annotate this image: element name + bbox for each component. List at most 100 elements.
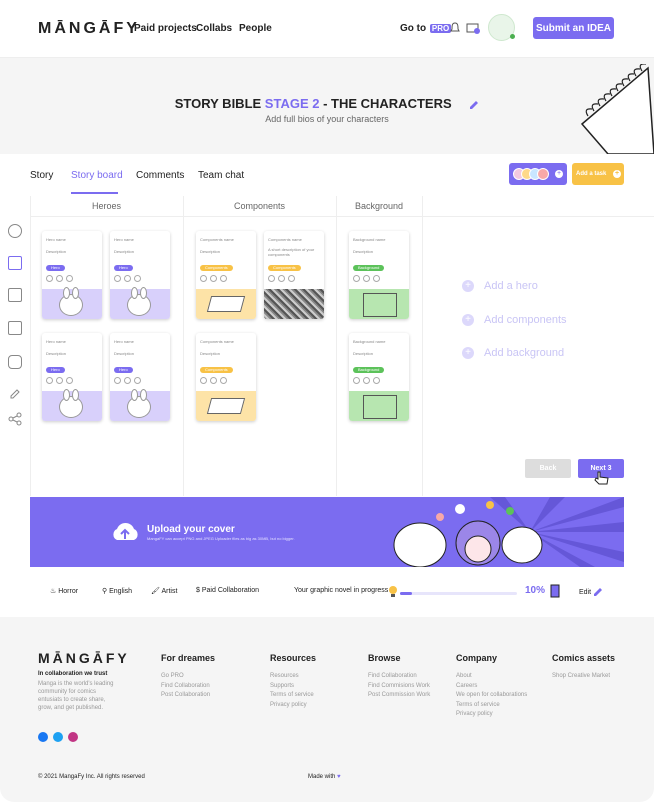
component-card[interactable]: Components name Description Components [196,333,256,421]
pen-icon[interactable] [9,388,21,400]
card-action-icon[interactable] [278,275,285,282]
twitter-icon[interactable] [53,732,63,742]
card-action-icon[interactable] [220,275,227,282]
logo[interactable]: MĀNGĀFY [38,20,140,38]
add-hero-button[interactable]: + Add a hero [462,280,538,292]
submit-idea-button[interactable]: Submit an IDEA [533,17,614,39]
card-action-icon[interactable] [363,377,370,384]
footer-col-heading: Browse [368,653,401,663]
hero-card[interactable]: Hero name Description Hero [42,231,102,319]
card-action-icon[interactable] [134,275,141,282]
card-name: Hero name [46,339,66,344]
footer-link[interactable]: About [456,672,527,682]
bell-icon[interactable] [450,22,460,34]
footer-tagline: In collaboration we trust [38,671,108,677]
footer-logo[interactable]: MĀNGĀFY [38,650,130,666]
card-action-icon[interactable] [134,377,141,384]
footer-link[interactable]: Shop Creative Market [552,672,610,682]
footer-link[interactable]: Terms of service [270,691,314,701]
lightbulb-icon[interactable] [8,224,22,238]
card-name: Components name [268,237,302,242]
footer-link[interactable]: Find Collaboration [368,672,430,682]
footer-link[interactable]: Supports [270,682,314,692]
footer-link[interactable]: Find Collaboration [161,682,210,692]
team-avatars-button[interactable]: + [509,163,567,185]
card-action-icon[interactable] [114,377,121,384]
component-card[interactable]: Components name Description Components [196,231,256,319]
title-stage: STAGE 2 [264,96,320,111]
nav-people[interactable]: People [239,23,272,34]
plus-icon: + [555,170,563,178]
card-action-icon[interactable] [353,377,360,384]
footer-col-heading: Company [456,653,498,663]
footer-links: Find Collaboration Find Commisions Work … [368,672,430,701]
share-icon[interactable] [8,412,22,426]
add-task-button[interactable]: Add a task + [572,163,624,185]
tab-comments[interactable]: Comments [136,170,184,181]
card-action-icon[interactable] [66,275,73,282]
footer-link[interactable]: We open for collaborations [456,691,527,701]
footer-link[interactable]: Careers [456,682,527,692]
card-action-icon[interactable] [200,275,207,282]
footer-link[interactable]: Privacy policy [270,701,314,711]
card-action-icon[interactable] [124,377,131,384]
card-action-icon[interactable] [56,377,63,384]
card-action-icon[interactable] [56,275,63,282]
background-card[interactable]: Background name Description Background [349,231,409,319]
hero-card[interactable]: Hero name Description Hero [110,231,170,319]
tab-team-chat[interactable]: Team chat [198,170,244,181]
footer-link[interactable]: Go PRO [161,672,210,682]
footer-link[interactable]: Resources [270,672,314,682]
upload-cloud-icon[interactable] [110,520,140,544]
instagram-icon[interactable] [68,732,78,742]
nav-paid-projects[interactable]: Paid projects [134,23,197,34]
storyboard-icon[interactable] [8,256,22,270]
card-badge: Components [268,265,301,271]
edit-button[interactable]: Edit [579,587,603,597]
add-components-button[interactable]: + Add components [462,314,567,326]
background-card[interactable]: Background name Description Background [349,333,409,421]
nav-collabs[interactable]: Collabs [196,23,232,34]
document-icon[interactable] [8,288,22,302]
card-desc: Description [46,249,67,254]
card-action-icon[interactable] [200,377,207,384]
tab-story[interactable]: Story [30,170,53,181]
card-action-icon[interactable] [373,377,380,384]
layout-icon[interactable] [8,321,22,335]
card-action-icon[interactable] [210,377,217,384]
pencil-icon[interactable] [469,100,479,110]
plus-icon: + [462,280,474,292]
mail-icon[interactable] [466,23,480,34]
card-action-icon[interactable] [46,275,53,282]
hero-card[interactable]: Hero name Description Hero [110,333,170,421]
card-action-icon[interactable] [268,275,275,282]
footer-link[interactable]: Post Collaboration [161,691,210,701]
dollar-icon: $ [196,587,200,594]
card-action-icon[interactable] [363,275,370,282]
footer-link[interactable]: Post Commission Work [368,691,430,701]
footer-link[interactable]: Find Commisions Work [368,682,430,692]
add-components-label: Add components [484,314,567,326]
card-action-icon[interactable] [66,377,73,384]
card-action-icon[interactable] [210,275,217,282]
card-action-icon[interactable] [124,275,131,282]
add-background-button[interactable]: + Add background [462,347,564,359]
card-action-icon[interactable] [353,275,360,282]
card-name: Hero name [114,339,134,344]
hero-card[interactable]: Hero name Description Hero [42,333,102,421]
component-card[interactable]: Components name A short description of y… [264,231,324,319]
card-action-icon[interactable] [220,377,227,384]
book-illustration [206,398,246,414]
card-action-icon[interactable] [46,377,53,384]
back-button[interactable]: Back [525,459,571,478]
hand-icon[interactable] [8,355,22,369]
language-tag: ⚲ English [102,587,132,595]
tab-story-board[interactable]: Story board [71,170,123,181]
footer-link[interactable]: Terms of service [456,701,527,711]
card-action-icon[interactable] [373,275,380,282]
card-action-icon[interactable] [288,275,295,282]
footer-link[interactable]: Privacy policy [456,710,527,720]
facebook-icon[interactable] [38,732,48,742]
card-action-icon[interactable] [114,275,121,282]
go-pro-link[interactable]: Go to PRO [400,23,452,34]
